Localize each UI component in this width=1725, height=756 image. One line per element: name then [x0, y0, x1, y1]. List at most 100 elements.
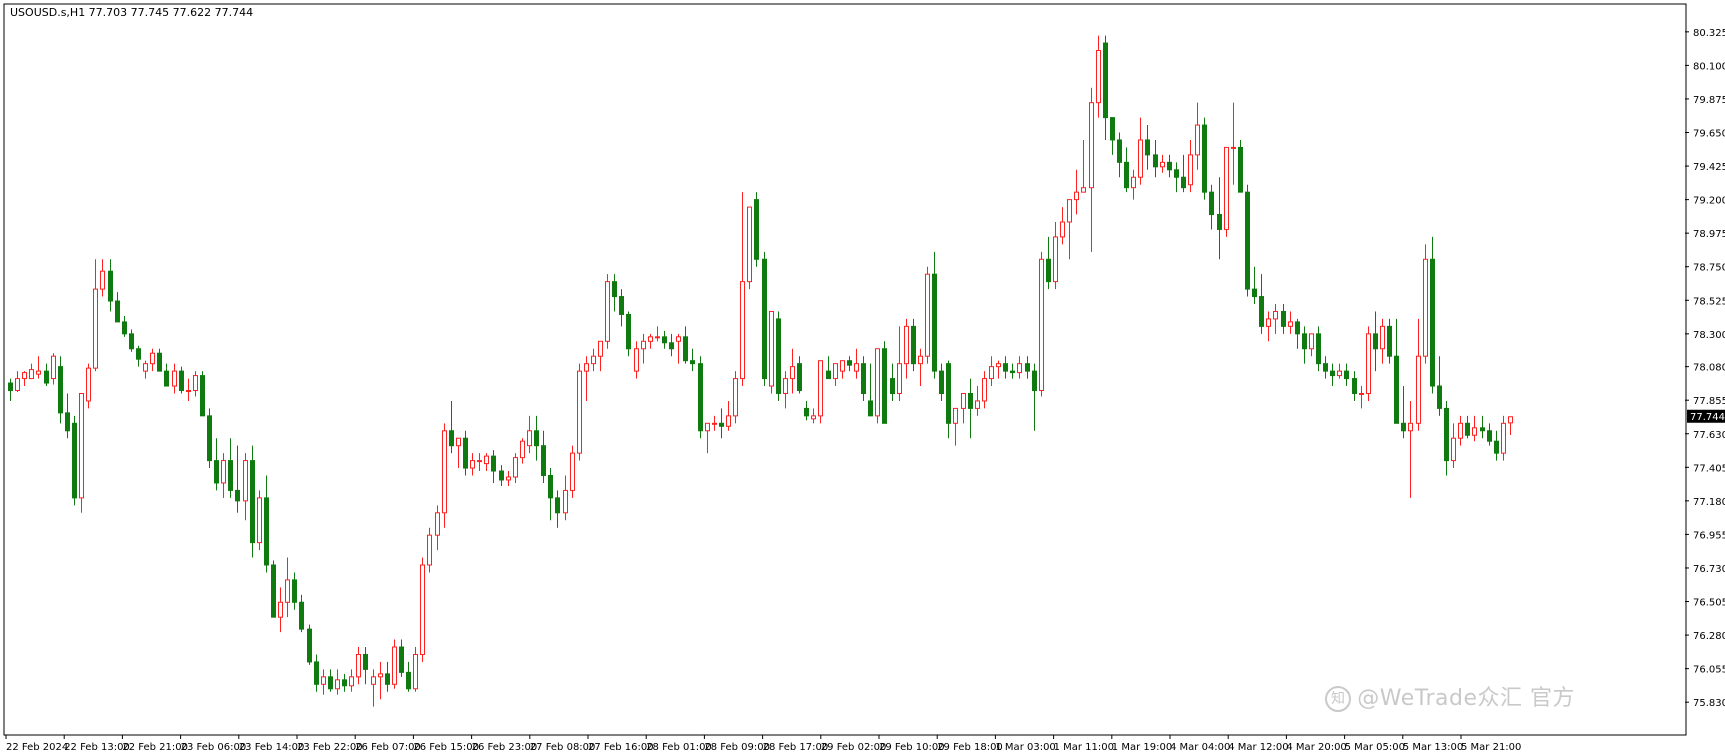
candle-body [1330, 370, 1335, 377]
candle-body [1259, 296, 1264, 327]
candle-body [1081, 187, 1086, 193]
candle-body [783, 378, 788, 394]
candle-body [968, 392, 973, 409]
candle-body [705, 422, 710, 432]
candle-body [996, 363, 1001, 368]
candle-body [683, 336, 688, 362]
candle-body [8, 382, 13, 392]
candle-body [285, 579, 290, 603]
candle-body [122, 321, 127, 335]
y-tick-label: 77.180 [1693, 497, 1725, 508]
candle-body [1060, 221, 1065, 238]
price-axis[interactable]: 80.325 80.100 79.875 79.650 79.425 79.200 78.9… [1685, 28, 1725, 709]
candle-body [257, 497, 262, 544]
candle [577, 363, 582, 461]
candle-body [1501, 422, 1506, 454]
candle-body [44, 370, 49, 384]
candle-body [427, 534, 432, 566]
candle-body [648, 336, 653, 342]
candle-body [1344, 370, 1349, 380]
candle [1430, 236, 1435, 394]
candle-body [108, 270, 113, 302]
y-tick-label: 77.630 [1693, 430, 1725, 441]
candle-body [1430, 258, 1435, 387]
candle-body [1089, 102, 1094, 189]
x-tick-label: 1 Mar 11:00 [1054, 742, 1114, 753]
x-tick-label: 27 Feb 08:00 [530, 742, 596, 753]
price-chart[interactable]: USOUSD.s,H1 77.703 77.745 77.622 77.744 … [0, 0, 1725, 756]
candle-body [470, 460, 475, 469]
candle-body [1387, 325, 1392, 357]
time-axis[interactable]: 22 Feb 202422 Feb 13:0022 Feb 21:0023 Fe… [5, 735, 1521, 753]
candle-body [939, 370, 944, 394]
y-tick-label: 76.280 [1693, 631, 1725, 642]
candle-body [541, 445, 546, 477]
candle-body [890, 378, 895, 394]
candle-body [1401, 422, 1406, 432]
y-tick-label: 78.300 [1693, 330, 1725, 341]
candle-body [769, 310, 774, 387]
candle [882, 341, 887, 424]
candle-body [371, 676, 376, 685]
candle-body [1245, 191, 1250, 290]
candle-body [1195, 124, 1200, 156]
candle [420, 557, 425, 662]
x-tick-label: 29 Feb 10:00 [879, 742, 945, 753]
candle-body [1025, 363, 1030, 372]
candle-body [1145, 139, 1150, 156]
candle-body [435, 512, 440, 536]
candle-body [591, 355, 596, 365]
candle-body [619, 296, 624, 315]
candle-body [1458, 422, 1463, 439]
candle-body [420, 564, 425, 655]
candle-body [363, 653, 368, 670]
y-tick-label: 75.830 [1693, 698, 1725, 709]
candle-body [797, 363, 802, 392]
candle-body [79, 392, 84, 499]
candle-body [1074, 191, 1079, 201]
y-tick-label: 78.975 [1693, 229, 1725, 240]
candle-body [953, 407, 958, 424]
candle-body [1053, 236, 1058, 283]
candle-body [804, 407, 809, 417]
zhihu-logo-icon: 知 [1325, 686, 1352, 712]
candle-body [1373, 333, 1378, 350]
candle-body [1302, 333, 1307, 350]
candle-body [740, 281, 745, 380]
candle-body [477, 460, 482, 463]
candle-body [1295, 321, 1300, 335]
candle-body [747, 206, 752, 283]
candle [769, 310, 774, 394]
candle-body [129, 333, 134, 350]
candle-body [1366, 333, 1371, 394]
candle-body [818, 360, 823, 417]
candle-body [719, 422, 724, 427]
candle-body [1359, 392, 1364, 395]
candle-body [555, 497, 560, 514]
candle-body [399, 646, 404, 673]
y-tick-label: 78.080 [1693, 363, 1725, 374]
x-tick-label: 4 Mar 20:00 [1286, 742, 1346, 753]
candle-body [1352, 378, 1357, 394]
x-tick-label: 27 Feb 16:00 [588, 742, 654, 753]
candle-body [655, 336, 660, 339]
candle-body [243, 460, 248, 502]
candle-body [1408, 422, 1413, 432]
candle-body [378, 673, 383, 678]
candle-body [662, 336, 667, 344]
candle-body [847, 360, 852, 366]
candle-body [833, 363, 838, 380]
y-tick-label: 79.875 [1693, 95, 1725, 106]
candle-body [491, 455, 496, 472]
candle-body [897, 363, 902, 394]
candle-body [93, 288, 98, 369]
candle-body [1394, 355, 1399, 424]
candle [698, 356, 703, 439]
candle-body [598, 340, 603, 357]
candle-body [406, 671, 411, 690]
candle-body [150, 352, 155, 365]
candle-body [356, 653, 361, 678]
candle-body [1288, 321, 1293, 327]
candle-body [1067, 199, 1072, 223]
candle-body [563, 489, 568, 514]
